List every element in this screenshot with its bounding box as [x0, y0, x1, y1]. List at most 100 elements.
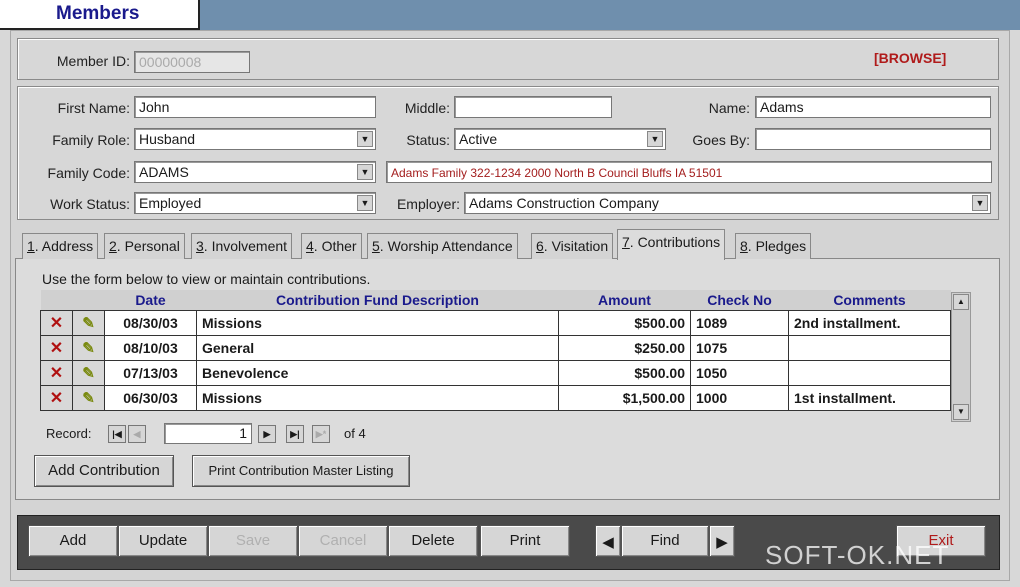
cell-amount[interactable]: $1,500.00 — [558, 384, 691, 411]
delete-row-button[interactable]: ✕ — [40, 384, 73, 411]
chevron-down-icon[interactable]: ▼ — [647, 131, 663, 147]
chevron-down-icon[interactable]: ▼ — [972, 195, 988, 211]
cell-date[interactable]: 08/30/03 — [104, 309, 197, 336]
cell-fund[interactable]: Missions — [196, 384, 559, 411]
cell-fund[interactable]: Missions — [196, 309, 559, 336]
edit-row-button[interactable]: ✎ — [72, 309, 105, 336]
print-button[interactable]: Print — [480, 525, 570, 557]
new-record-icon[interactable]: ▶* — [312, 425, 330, 443]
tab-worship-attendance[interactable]: 5. Worship Attendance — [367, 233, 518, 259]
edit-row-button[interactable]: ✎ — [72, 359, 105, 386]
add-contribution-button[interactable]: Add Contribution — [34, 455, 174, 487]
cell-comments[interactable] — [788, 359, 951, 386]
contributions-instructions: Use the form below to view or maintain c… — [42, 271, 371, 287]
family-code-label: Family Code: — [47, 165, 130, 181]
tab-involvement[interactable]: 3. Involvement — [191, 233, 293, 259]
col-fund: Contribution Fund Description — [196, 290, 559, 310]
family-code-value: ADAMS — [139, 164, 189, 180]
first-record-icon[interactable]: |◀ — [108, 425, 126, 443]
x-icon: ✕ — [49, 339, 64, 357]
table-row: ✕ ✎ 08/10/03 General $250.00 1075 — [40, 334, 951, 361]
tab-visitation[interactable]: 6. Visitation — [531, 233, 614, 259]
cancel-button[interactable]: Cancel — [298, 525, 388, 557]
cell-check-no[interactable]: 1000 — [690, 384, 789, 411]
find-next-button[interactable]: ▶ — [709, 525, 735, 557]
table-row: ✕ ✎ 07/13/03 Benevolence $500.00 1050 — [40, 359, 951, 386]
window-title: Members — [0, 0, 200, 30]
contributions-table: Date Contribution Fund Description Amoun… — [40, 290, 951, 411]
x-icon: ✕ — [49, 314, 64, 332]
table-row: ✕ ✎ 06/30/03 Missions $1,500.00 1000 1st… — [40, 384, 951, 411]
employer-value: Adams Construction Company — [469, 195, 659, 211]
edit-row-button[interactable]: ✎ — [72, 334, 105, 361]
tab-other[interactable]: 4. Other — [301, 233, 362, 259]
scroll-down-icon[interactable]: ▼ — [953, 404, 969, 420]
cell-date[interactable]: 07/13/03 — [104, 359, 197, 386]
work-status-select[interactable]: Employed ▼ — [134, 192, 376, 214]
delete-button[interactable]: Delete — [388, 525, 478, 557]
cell-amount[interactable]: $250.00 — [558, 334, 691, 361]
cell-date[interactable]: 06/30/03 — [104, 384, 197, 411]
member-id-field: 00000008 — [134, 51, 250, 73]
family-role-select[interactable]: Husband ▼ — [134, 128, 376, 150]
prev-record-icon[interactable]: ◀ — [128, 425, 146, 443]
status-value: Active — [459, 131, 498, 147]
goes-by-field[interactable] — [755, 128, 991, 150]
cell-check-no[interactable]: 1089 — [690, 309, 789, 336]
edit-row-button[interactable]: ✎ — [72, 384, 105, 411]
chevron-down-icon[interactable]: ▼ — [357, 131, 373, 147]
update-button[interactable]: Update — [118, 525, 208, 557]
family-role-label: Family Role: — [52, 132, 130, 148]
cell-comments[interactable]: 2nd installment. — [788, 309, 951, 336]
tab-pledges[interactable]: 8. Pledges — [735, 233, 812, 259]
pencil-icon: ✎ — [82, 339, 95, 357]
record-of-label: of 4 — [344, 426, 366, 441]
tab-personal[interactable]: 2. Personal — [104, 233, 185, 259]
cell-amount[interactable]: $500.00 — [558, 359, 691, 386]
col-check-no: Check No — [690, 290, 789, 310]
pencil-icon: ✎ — [82, 364, 95, 382]
chevron-down-icon[interactable]: ▼ — [357, 195, 373, 211]
record-number-field[interactable]: 1 — [164, 423, 252, 444]
table-row: ✕ ✎ 08/30/03 Missions $500.00 1089 2nd i… — [40, 309, 951, 336]
cell-check-no[interactable]: 1050 — [690, 359, 789, 386]
cell-check-no[interactable]: 1075 — [690, 334, 789, 361]
family-info-field: Adams Family 322-1234 2000 North B Counc… — [386, 161, 992, 183]
triangle-left-icon: ◀ — [602, 534, 614, 551]
delete-row-button[interactable]: ✕ — [40, 309, 73, 336]
add-button[interactable]: Add — [28, 525, 118, 557]
grid-scrollbar[interactable]: ▲ ▼ — [951, 292, 971, 422]
cell-date[interactable]: 08/10/03 — [104, 334, 197, 361]
cell-comments[interactable]: 1st installment. — [788, 384, 951, 411]
pencil-icon: ✎ — [82, 314, 95, 332]
find-previous-button[interactable]: ◀ — [595, 525, 621, 557]
middle-field[interactable] — [454, 96, 612, 118]
x-icon: ✕ — [49, 364, 64, 382]
scroll-up-icon[interactable]: ▲ — [953, 294, 969, 310]
work-status-value: Employed — [139, 195, 202, 211]
col-date: Date — [104, 290, 197, 310]
tab-contributions[interactable]: 7. Contributions — [617, 229, 726, 260]
chevron-down-icon[interactable]: ▼ — [357, 164, 373, 180]
status-select[interactable]: Active ▼ — [454, 128, 666, 150]
employer-select[interactable]: Adams Construction Company ▼ — [464, 192, 991, 214]
delete-row-button[interactable]: ✕ — [40, 359, 73, 386]
cell-fund[interactable]: General — [196, 334, 559, 361]
family-code-select[interactable]: ADAMS ▼ — [134, 161, 376, 183]
tab-address[interactable]: 1. Address — [22, 233, 99, 259]
triangle-right-icon: ▶ — [716, 534, 728, 551]
save-button[interactable]: Save — [208, 525, 298, 557]
delete-row-button[interactable]: ✕ — [40, 334, 73, 361]
last-record-icon[interactable]: ▶| — [286, 425, 304, 443]
next-record-icon[interactable]: ▶ — [258, 425, 276, 443]
col-amount: Amount — [558, 290, 691, 310]
cell-amount[interactable]: $500.00 — [558, 309, 691, 336]
cell-fund[interactable]: Benevolence — [196, 359, 559, 386]
name-label: Name: — [708, 100, 750, 116]
pencil-icon: ✎ — [82, 389, 95, 407]
print-master-listing-button[interactable]: Print Contribution Master Listing — [192, 455, 410, 487]
name-field[interactable]: Adams — [755, 96, 991, 118]
find-button[interactable]: Find — [621, 525, 709, 557]
first-name-field[interactable]: John — [134, 96, 376, 118]
cell-comments[interactable] — [788, 334, 951, 361]
